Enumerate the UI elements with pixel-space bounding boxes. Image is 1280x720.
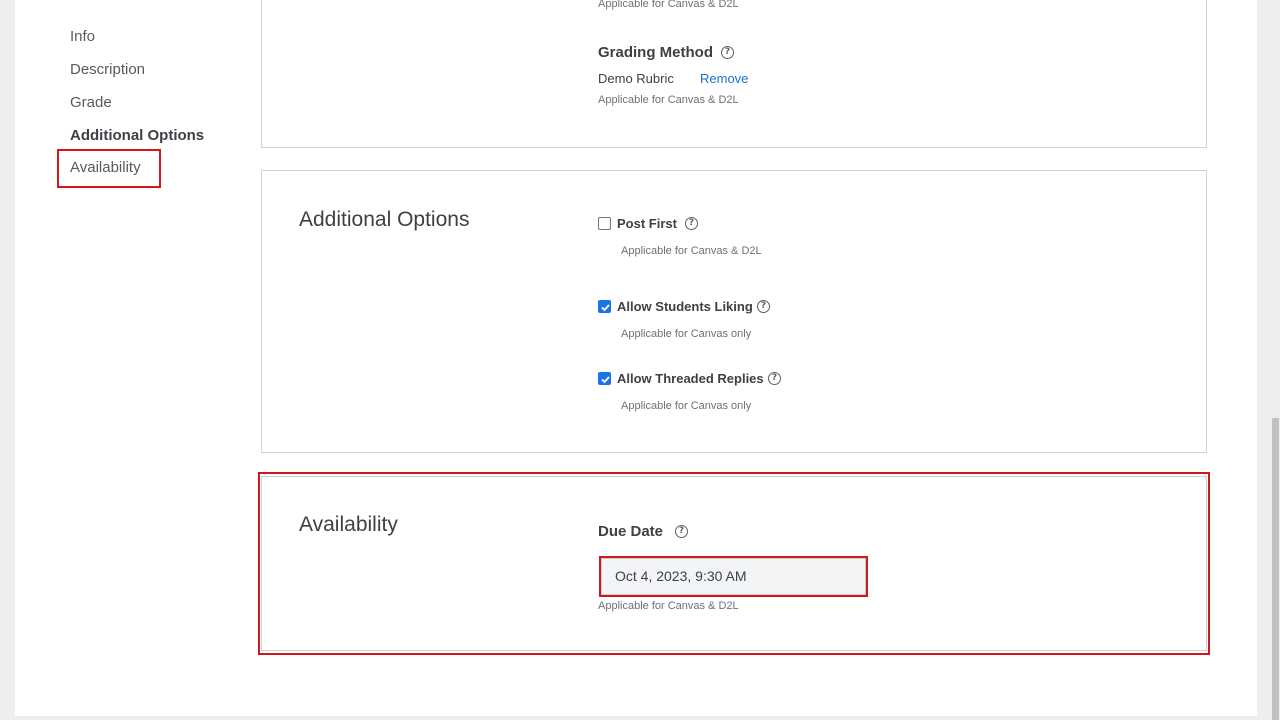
rubric-name: Demo Rubric <box>598 71 674 86</box>
grading-method-label: Grading Method <box>598 44 713 61</box>
allow-students-liking-checkbox[interactable] <box>598 300 611 313</box>
nav-item-grade[interactable]: Grade <box>70 94 112 111</box>
help-icon[interactable]: ? <box>721 46 734 59</box>
nav-item-description[interactable]: Description <box>70 61 145 78</box>
checkmark-icon <box>601 376 610 384</box>
nav-item-info[interactable]: Info <box>70 28 95 45</box>
due-date-hint: Applicable for Canvas & D2L <box>598 600 739 612</box>
allow-students-liking-hint: Applicable for Canvas only <box>621 328 752 340</box>
allow-students-liking-label: Allow Students Liking <box>617 299 753 314</box>
due-date-label: Due Date <box>598 523 664 540</box>
help-icon[interactable]: ? <box>757 300 770 313</box>
post-first-checkbox[interactable] <box>598 217 611 230</box>
allow-threaded-replies-checkbox[interactable] <box>598 372 611 385</box>
grade-top-hint: Applicable for Canvas & D2L <box>598 0 739 10</box>
post-first-hint: Applicable for Canvas & D2L <box>621 245 762 257</box>
nav-item-additional-options[interactable]: Additional Options <box>70 127 204 144</box>
scrollbar-thumb[interactable] <box>1272 418 1279 720</box>
help-icon[interactable]: ? <box>675 525 688 538</box>
availability-title: Availability <box>299 513 398 536</box>
checkmark-icon <box>601 304 610 312</box>
due-date-input[interactable]: Oct 4, 2023, 9:30 AM <box>601 558 866 595</box>
allow-threaded-replies-hint: Applicable for Canvas only <box>621 400 752 412</box>
post-first-label: Post First <box>617 216 677 231</box>
grading-method-hint: Applicable for Canvas & D2L <box>598 94 739 106</box>
allow-threaded-replies-label: Allow Threaded Replies <box>617 371 764 386</box>
nav-item-availability[interactable]: Availability <box>70 159 141 176</box>
help-icon[interactable]: ? <box>685 217 698 230</box>
remove-rubric-link[interactable]: Remove <box>700 71 748 86</box>
additional-options-title: Additional Options <box>299 208 470 231</box>
help-icon[interactable]: ? <box>768 372 781 385</box>
